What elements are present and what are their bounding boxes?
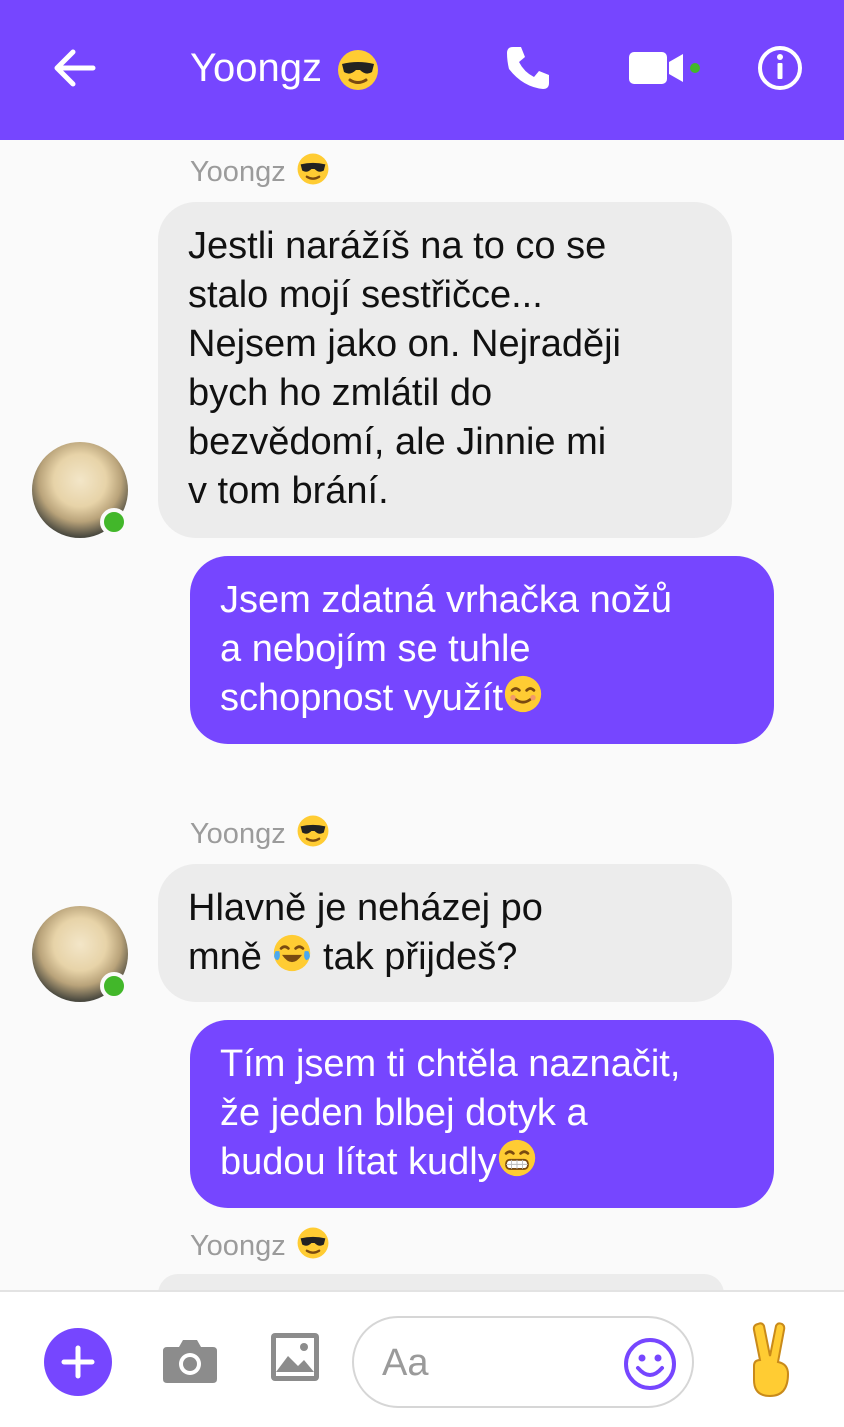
conversation-header: Yoongz: [0, 0, 844, 140]
message-line: a nebojím se tuhle: [220, 628, 531, 670]
tears-of-joy-emoji: [272, 933, 312, 986]
plus-icon[interactable]: [44, 1328, 112, 1396]
peace-hand-icon[interactable]: [742, 1320, 800, 1400]
avatar[interactable]: [32, 906, 128, 1002]
composer-bar: Aa: [0, 1290, 844, 1427]
online-status-dot: [100, 508, 128, 536]
sunglasses-emoji: [296, 814, 336, 854]
camera-icon[interactable]: [158, 1328, 222, 1392]
outgoing-message-bubble[interactable]: Jsem zdatná vrhačka nožů a nebojím se tu…: [190, 556, 774, 744]
message-input[interactable]: Aa: [352, 1316, 694, 1408]
message-line: stalo mojí sestřičce...: [188, 274, 543, 316]
message-line: Hlavně je neházej po: [188, 887, 543, 929]
incoming-message-bubble[interactable]: Jestli narážíš na to co se stalo mojí se…: [158, 202, 732, 538]
message-line: bezvědomí, ale Jinnie mi: [188, 421, 607, 463]
online-status-dot: [100, 972, 128, 1000]
message-line: budou lítat kudly: [220, 1138, 744, 1191]
contact-name[interactable]: Yoongz: [190, 40, 378, 96]
message-line: že jeden blbej dotyk a: [220, 1092, 588, 1134]
video-camera-icon[interactable]: [622, 44, 708, 92]
message-line: Nejsem jako on. Nejraději: [188, 323, 621, 365]
sunglasses-emoji: [336, 48, 378, 90]
message-input-placeholder: Aa: [382, 1342, 429, 1384]
message-line: schopnost využít: [220, 674, 744, 727]
message-line: Tím jsem ti chtěla naznačit,: [220, 1043, 681, 1085]
outgoing-message-bubble[interactable]: Tím jsem ti chtěla naznačit, že jeden bl…: [190, 1020, 774, 1208]
smiling-relieved-emoji: [503, 674, 543, 727]
contact-name-text: Yoongz: [190, 45, 322, 90]
smiley-icon[interactable]: [622, 1336, 678, 1392]
incoming-message-bubble[interactable]: Hlavně je neházej po mně tak přijdeš?: [158, 864, 732, 1002]
message-line: bych ho zmlátil do: [188, 372, 493, 414]
image-icon[interactable]: [266, 1328, 324, 1386]
sender-label: Yoongz: [190, 152, 336, 192]
message-line: Jsem zdatná vrhačka nožů: [220, 579, 673, 621]
message-line: Jestli narážíš na to co se: [188, 225, 607, 267]
sunglasses-emoji: [296, 1226, 336, 1266]
sender-label: Yoongz: [190, 814, 336, 854]
message-line: v tom brání.: [188, 470, 389, 512]
avatar[interactable]: [32, 442, 128, 538]
back-arrow-icon[interactable]: [44, 40, 104, 96]
message-line: mně tak přijdeš?: [188, 933, 702, 986]
phone-icon[interactable]: [496, 38, 560, 98]
sender-label: Yoongz: [190, 1226, 336, 1266]
info-icon[interactable]: [748, 38, 812, 98]
grinning-emoji: [497, 1138, 537, 1191]
sunglasses-emoji: [296, 152, 336, 192]
